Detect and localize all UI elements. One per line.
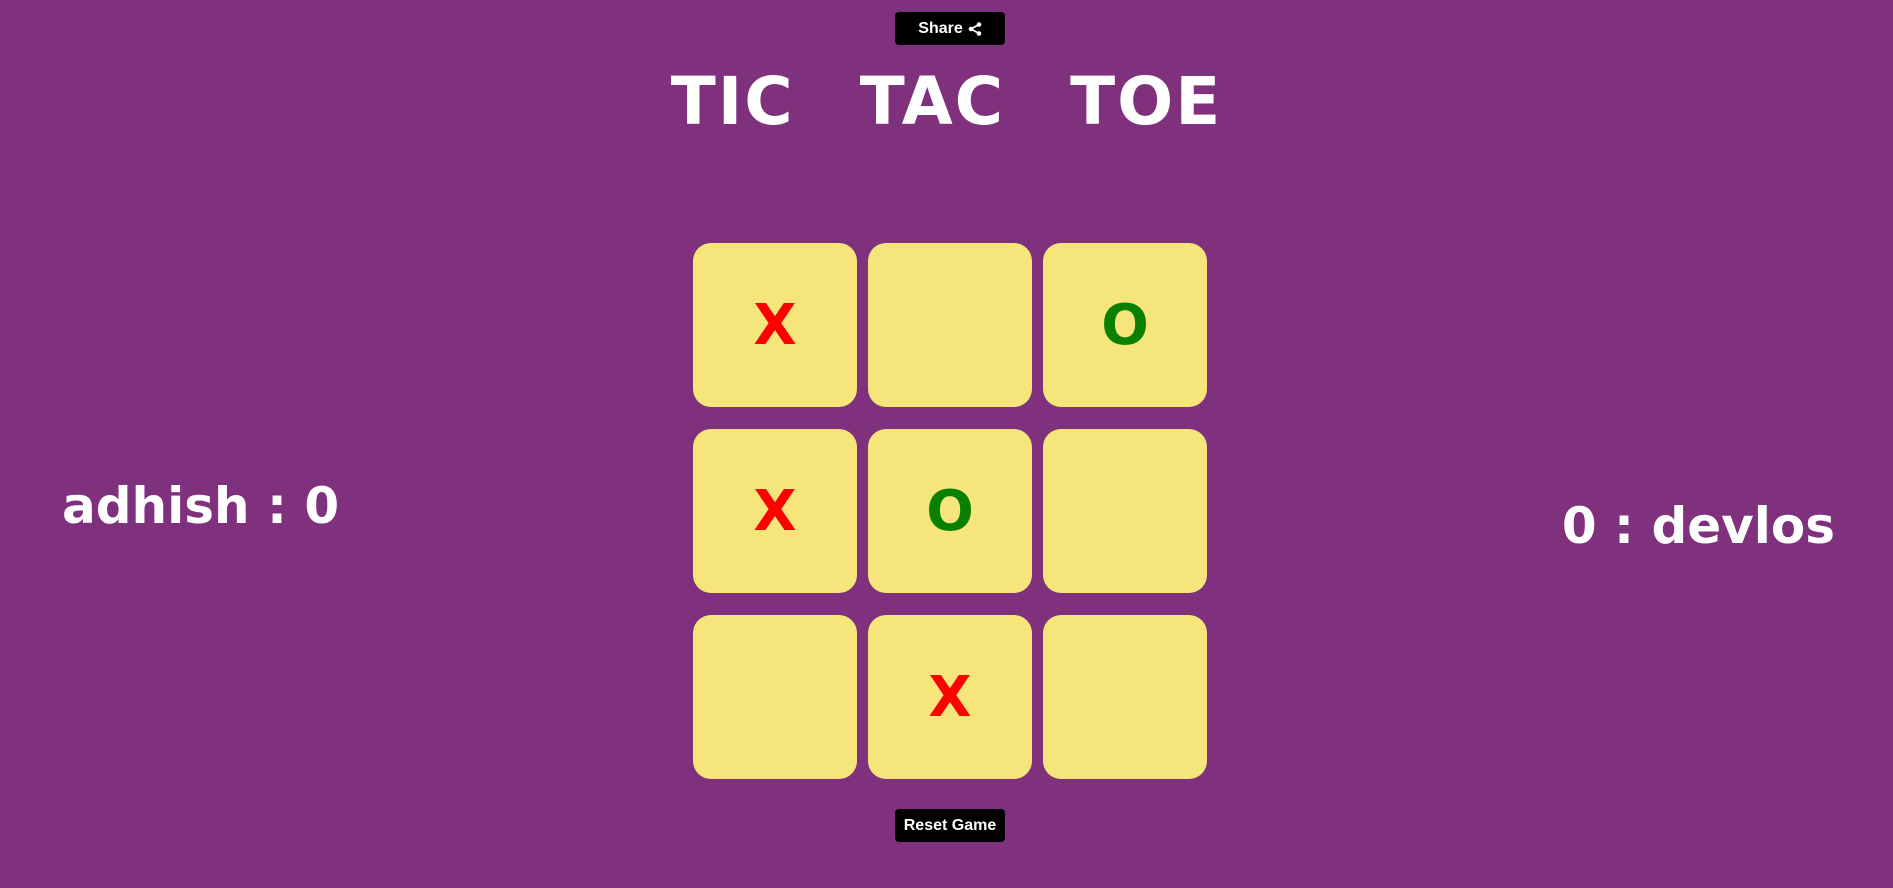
page-title: TIC TAC TOE: [670, 63, 1223, 140]
share-icon: [968, 21, 982, 36]
board-cell-9[interactable]: [1043, 615, 1207, 779]
board-cell-8[interactable]: X: [868, 615, 1032, 779]
board-cell-1[interactable]: X: [693, 243, 857, 407]
board-cell-5[interactable]: O: [868, 429, 1032, 593]
player-one-score: adhish : 0: [62, 477, 340, 535]
share-label: Share: [918, 19, 963, 37]
board-cell-2[interactable]: [868, 243, 1032, 407]
board-cell-4[interactable]: X: [693, 429, 857, 593]
board-cell-6[interactable]: [1043, 429, 1207, 593]
share-button[interactable]: Share: [895, 12, 1005, 45]
player-two-score: 0 : devlos: [1561, 497, 1835, 555]
board-cell-7[interactable]: [693, 615, 857, 779]
board-cell-3[interactable]: O: [1043, 243, 1207, 407]
game-board: X O X O X: [693, 243, 1207, 780]
reset-game-button[interactable]: Reset Game: [895, 809, 1005, 842]
